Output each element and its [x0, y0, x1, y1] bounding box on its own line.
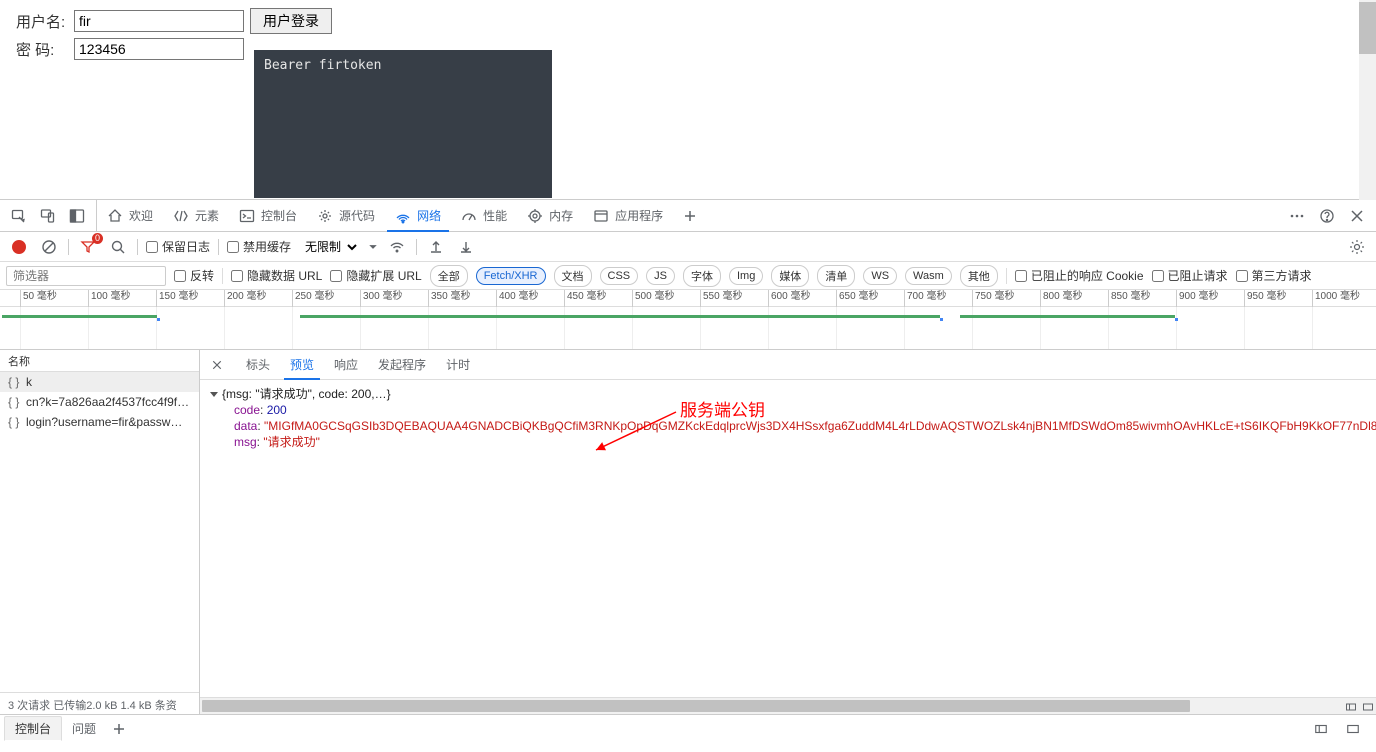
tab-performance[interactable]: 性能 — [451, 201, 517, 231]
wifi-icon[interactable] — [386, 236, 408, 258]
blocked-cookies-checkbox[interactable]: 已阻止的响应 Cookie — [1015, 267, 1144, 284]
pill-js[interactable]: JS — [646, 267, 675, 285]
inspect-icon[interactable] — [6, 203, 32, 229]
close-devtools-icon[interactable] — [1344, 203, 1370, 229]
drawer-tab-console[interactable]: 控制台 — [4, 716, 62, 741]
devtools-tabbar: 欢迎 元素 控制台 源代码 网络 性能 内存 应用程序 — [0, 200, 1376, 232]
timeline-overview[interactable]: 50 毫秒100 毫秒150 毫秒200 毫秒250 毫秒300 毫秒350 毫… — [0, 290, 1376, 350]
table-row[interactable]: { } login?username=fir&passw… — [0, 412, 199, 432]
pill-manifest[interactable]: 清单 — [817, 265, 855, 287]
detail-pane: 标头 预览 响应 发起程序 计时 服务端公钥 {msg: "请求成功", cod… — [200, 350, 1376, 714]
pill-wasm[interactable]: Wasm — [905, 267, 952, 285]
password-input[interactable] — [74, 38, 244, 60]
dock-icon[interactable] — [64, 203, 90, 229]
json-icon: { } — [8, 415, 21, 429]
pill-img[interactable]: Img — [729, 267, 763, 285]
tab-network[interactable]: 网络 — [385, 201, 451, 231]
annotation-arrow — [590, 408, 680, 454]
page-content: 用户名: 用户登录 密 码: Bearer firtoken — [0, 0, 1376, 200]
hide-ext-urls-checkbox[interactable]: 隐藏扩展 URL — [330, 267, 421, 284]
password-label: 密 码: — [16, 39, 68, 60]
table-row[interactable]: { } cn?k=7a826aa2f4537fcc4f9f… — [0, 392, 199, 412]
tab-response[interactable]: 响应 — [324, 351, 368, 379]
tab-headers[interactable]: 标头 — [236, 351, 280, 379]
more-icon[interactable] — [1284, 203, 1310, 229]
preserve-log-checkbox[interactable]: 保留日志 — [146, 238, 210, 255]
tab-elements[interactable]: 元素 — [163, 201, 229, 231]
username-input[interactable] — [74, 10, 244, 32]
chevron-down-icon[interactable] — [368, 242, 378, 252]
tab-console[interactable]: 控制台 — [229, 201, 307, 231]
pill-other[interactable]: 其他 — [960, 265, 998, 287]
request-summary: 3 次请求 已传输2.0 kB 1.4 kB 条资 — [0, 692, 199, 714]
drawer-tab-issues[interactable]: 问题 — [62, 717, 106, 740]
request-list: 名称 { } k { } cn?k=7a826aa2f4537fcc4f9f… … — [0, 350, 200, 714]
collapse-icon[interactable] — [1359, 698, 1376, 714]
filter-toggle-icon[interactable]: 0 — [77, 236, 99, 258]
annotation-text: 服务端公钥 — [680, 396, 765, 421]
json-icon: { } — [8, 395, 21, 409]
pill-all[interactable]: 全部 — [430, 265, 468, 287]
filter-bar: 反转 隐藏数据 URL 隐藏扩展 URL 全部 Fetch/XHR 文档 CSS… — [0, 262, 1376, 290]
device-toggle-icon[interactable] — [35, 203, 61, 229]
add-tab-icon[interactable] — [677, 203, 703, 229]
tab-welcome[interactable]: 欢迎 — [97, 201, 163, 231]
disable-cache-checkbox[interactable]: 禁用缓存 — [227, 238, 291, 255]
token-panel: Bearer firtoken — [254, 50, 552, 198]
throttle-select[interactable]: 无限制 — [299, 238, 360, 256]
drawer-expand-icon[interactable] — [1308, 716, 1334, 742]
filter-input[interactable] — [6, 266, 166, 286]
pill-css[interactable]: CSS — [600, 267, 639, 285]
drawer-tabbar: 控制台 问题 — [0, 714, 1376, 742]
blocked-requests-checkbox[interactable]: 已阻止请求 — [1152, 267, 1228, 284]
login-button[interactable]: 用户登录 — [250, 8, 332, 34]
hide-data-urls-checkbox[interactable]: 隐藏数据 URL — [231, 267, 322, 284]
tab-timing[interactable]: 计时 — [436, 351, 480, 379]
settings-icon[interactable] — [1346, 236, 1368, 258]
page-scrollbar[interactable] — [1359, 0, 1376, 200]
upload-icon[interactable] — [425, 236, 447, 258]
clear-button[interactable] — [38, 236, 60, 258]
pill-fetch-xhr[interactable]: Fetch/XHR — [476, 267, 546, 285]
close-detail-icon[interactable] — [204, 352, 230, 378]
json-icon: { } — [8, 375, 21, 389]
network-toolbar: 0 保留日志 禁用缓存 无限制 — [0, 232, 1376, 262]
pill-font[interactable]: 字体 — [683, 265, 721, 287]
help-icon[interactable] — [1314, 203, 1340, 229]
tab-sources[interactable]: 源代码 — [307, 201, 385, 231]
drawer-collapse-icon[interactable] — [1340, 716, 1366, 742]
tab-memory[interactable]: 内存 — [517, 201, 583, 231]
tab-preview[interactable]: 预览 — [280, 351, 324, 379]
column-header-name[interactable]: 名称 — [0, 350, 199, 372]
search-icon[interactable] — [107, 236, 129, 258]
pill-doc[interactable]: 文档 — [554, 265, 592, 287]
add-drawer-tab-icon[interactable] — [106, 716, 132, 742]
pill-media[interactable]: 媒体 — [771, 265, 809, 287]
json-preview[interactable]: {msg: "请求成功", code: 200,…} code: 200 dat… — [200, 380, 1376, 456]
tab-initiator[interactable]: 发起程序 — [368, 351, 436, 379]
table-row[interactable]: { } k — [0, 372, 199, 392]
download-icon[interactable] — [455, 236, 477, 258]
record-button[interactable] — [8, 236, 30, 258]
invert-checkbox[interactable]: 反转 — [174, 267, 214, 284]
horizontal-scrollbar[interactable] — [200, 697, 1376, 714]
pill-ws[interactable]: WS — [863, 267, 897, 285]
expand-icon[interactable] — [1342, 698, 1359, 714]
third-party-checkbox[interactable]: 第三方请求 — [1236, 267, 1312, 284]
username-label: 用户名: — [16, 11, 68, 32]
tab-application[interactable]: 应用程序 — [583, 201, 673, 231]
